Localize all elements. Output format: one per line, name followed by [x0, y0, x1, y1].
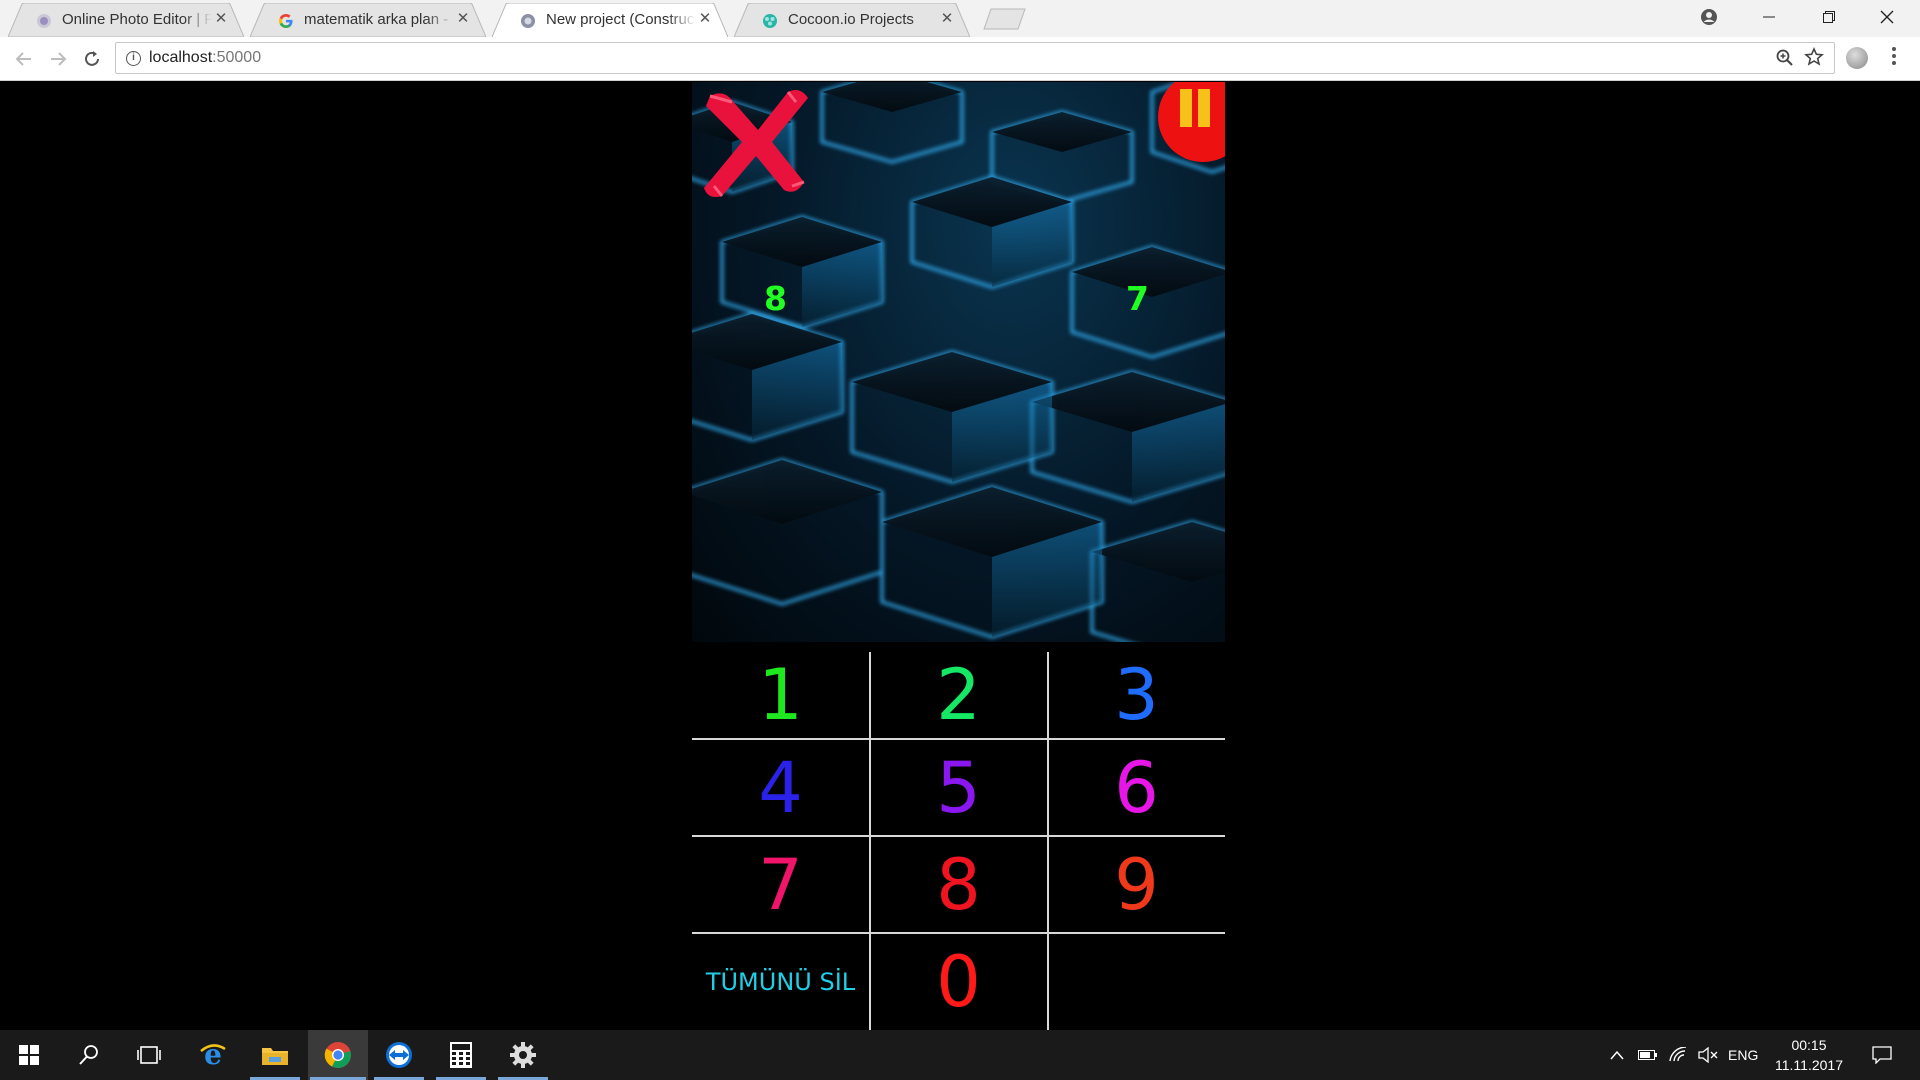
construct-icon — [521, 14, 535, 28]
forward-button[interactable] — [44, 45, 72, 73]
pixlr-icon — [37, 14, 51, 28]
back-arrow-icon — [15, 52, 31, 66]
search-button[interactable] — [62, 1030, 116, 1080]
clock-date: 11.11.2017 — [1775, 1057, 1843, 1073]
clear-all-button[interactable]: TÜMÜNÜ SİL — [692, 934, 869, 1030]
page-viewport: 8 7 1 2 3 4 5 6 7 8 9 TÜMÜNÜ SİL 0 — [0, 82, 1920, 1030]
minimize-button[interactable] — [1746, 0, 1792, 34]
key-6[interactable]: 6 — [1048, 740, 1225, 835]
operand-left: 8 — [764, 279, 787, 318]
tab-construct-active[interactable]: New project (Construct 2) ✕ — [492, 3, 728, 37]
empty-key-slot — [1048, 934, 1225, 1030]
key-5[interactable]: 5 — [870, 740, 1047, 835]
wifi-icon — [1669, 1047, 1687, 1062]
battery-icon — [1638, 1050, 1657, 1060]
bookmark-star-icon[interactable] — [1804, 47, 1824, 73]
tab-close-icon[interactable]: ✕ — [696, 10, 714, 28]
file-explorer-icon — [262, 1048, 288, 1065]
browser-tabstrip: Online Photo Editor | Pixlr Editor ✕ mat… — [0, 0, 1920, 37]
forward-arrow-icon — [51, 52, 67, 66]
restore-button[interactable] — [1806, 0, 1852, 34]
start-icon — [19, 1045, 39, 1065]
operand-right: 7 — [1126, 279, 1149, 318]
volume-muted-icon — [1698, 1047, 1718, 1063]
settings-app[interactable] — [496, 1030, 550, 1080]
calculator-icon — [450, 1042, 472, 1068]
input-language[interactable]: ENG — [1728, 1030, 1758, 1080]
tab-close-icon[interactable]: ✕ — [938, 10, 956, 28]
search-icon — [79, 1045, 98, 1065]
key-2[interactable]: 2 — [870, 652, 1047, 738]
tab-google-search[interactable]: matematik arka plan - Google ✕ — [250, 3, 486, 37]
tab-title: New project (Construct 2) — [546, 11, 696, 28]
back-button[interactable] — [10, 45, 38, 73]
battery-indicator[interactable] — [1636, 1030, 1660, 1080]
calculator-app[interactable] — [434, 1030, 488, 1080]
chrome-menu-icon[interactable] — [1888, 46, 1900, 70]
address-bar[interactable]: i localhost:50000 — [115, 42, 1835, 74]
clock-time: 00:15 — [1791, 1037, 1827, 1053]
reload-button[interactable] — [78, 45, 106, 73]
tab-close-icon[interactable]: ✕ — [454, 10, 472, 28]
edge-app[interactable]: e — [186, 1030, 240, 1080]
windows-taskbar: e ENG 00:15 11.11.2017 — [0, 1030, 1920, 1080]
tab-title: matematik arka plan - Google — [304, 11, 454, 28]
start-button[interactable] — [2, 1030, 56, 1080]
notification-icon — [1872, 1046, 1892, 1064]
edge-icon: e — [200, 1041, 226, 1069]
tab-cocoon[interactable]: Cocoon.io Projects ✕ — [734, 3, 970, 37]
cocoon-icon — [763, 14, 777, 28]
tab-title: Online Photo Editor | Pixlr Editor — [62, 11, 212, 28]
show-hidden-icons-button[interactable] — [1606, 1030, 1628, 1080]
volume-indicator[interactable] — [1696, 1030, 1720, 1080]
chrome-app[interactable] — [308, 1030, 368, 1080]
new-tab-button[interactable] — [983, 8, 1027, 30]
wifi-indicator[interactable] — [1666, 1030, 1690, 1080]
tab-close-icon[interactable]: ✕ — [212, 10, 230, 28]
game-canvas[interactable]: 8 7 1 2 3 4 5 6 7 8 9 TÜMÜNÜ SİL 0 — [692, 82, 1225, 1030]
extension-icon[interactable] — [1846, 47, 1868, 69]
key-3[interactable]: 3 — [1048, 652, 1225, 738]
key-0[interactable]: 0 — [870, 934, 1047, 1030]
action-center-button[interactable] — [1864, 1030, 1900, 1080]
url-host: localhost — [149, 49, 213, 66]
tab-pixlr[interactable]: Online Photo Editor | Pixlr Editor ✕ — [8, 3, 244, 37]
number-keypad: 1 2 3 4 5 6 7 8 9 TÜMÜNÜ SİL 0 — [692, 652, 1225, 1030]
chevron-up-icon — [1610, 1050, 1624, 1060]
reload-icon — [85, 51, 99, 66]
zoom-icon[interactable] — [1776, 49, 1794, 72]
address-url: localhost:50000 — [149, 49, 261, 67]
settings-icon — [510, 1042, 536, 1068]
key-9[interactable]: 9 — [1048, 837, 1225, 932]
close-window-button[interactable] — [1864, 0, 1910, 34]
key-8[interactable]: 8 — [870, 837, 1047, 932]
file-explorer-app[interactable] — [248, 1030, 302, 1080]
hexagon-background: 8 7 — [692, 82, 1225, 642]
pause-icon-bar — [1198, 89, 1210, 127]
profile-icon[interactable] — [1686, 0, 1732, 34]
chrome-icon — [324, 1042, 351, 1068]
site-info-icon[interactable]: i — [126, 51, 141, 66]
multiply-x-icon — [704, 90, 808, 197]
google-icon — [279, 14, 293, 28]
url-port: :50000 — [212, 49, 262, 66]
browser-toolbar: i localhost:50000 — [0, 37, 1920, 81]
key-7[interactable]: 7 — [692, 837, 869, 932]
teamviewer-app[interactable] — [372, 1030, 426, 1080]
tab-title: Cocoon.io Projects — [788, 11, 938, 28]
teamviewer-icon — [386, 1042, 412, 1068]
task-view-icon — [137, 1046, 161, 1064]
clock[interactable]: 00:15 11.11.2017 — [1772, 1030, 1846, 1080]
key-4[interactable]: 4 — [692, 740, 869, 835]
task-view-button[interactable] — [122, 1030, 176, 1080]
pause-icon — [1180, 89, 1192, 127]
key-1[interactable]: 1 — [692, 652, 869, 738]
